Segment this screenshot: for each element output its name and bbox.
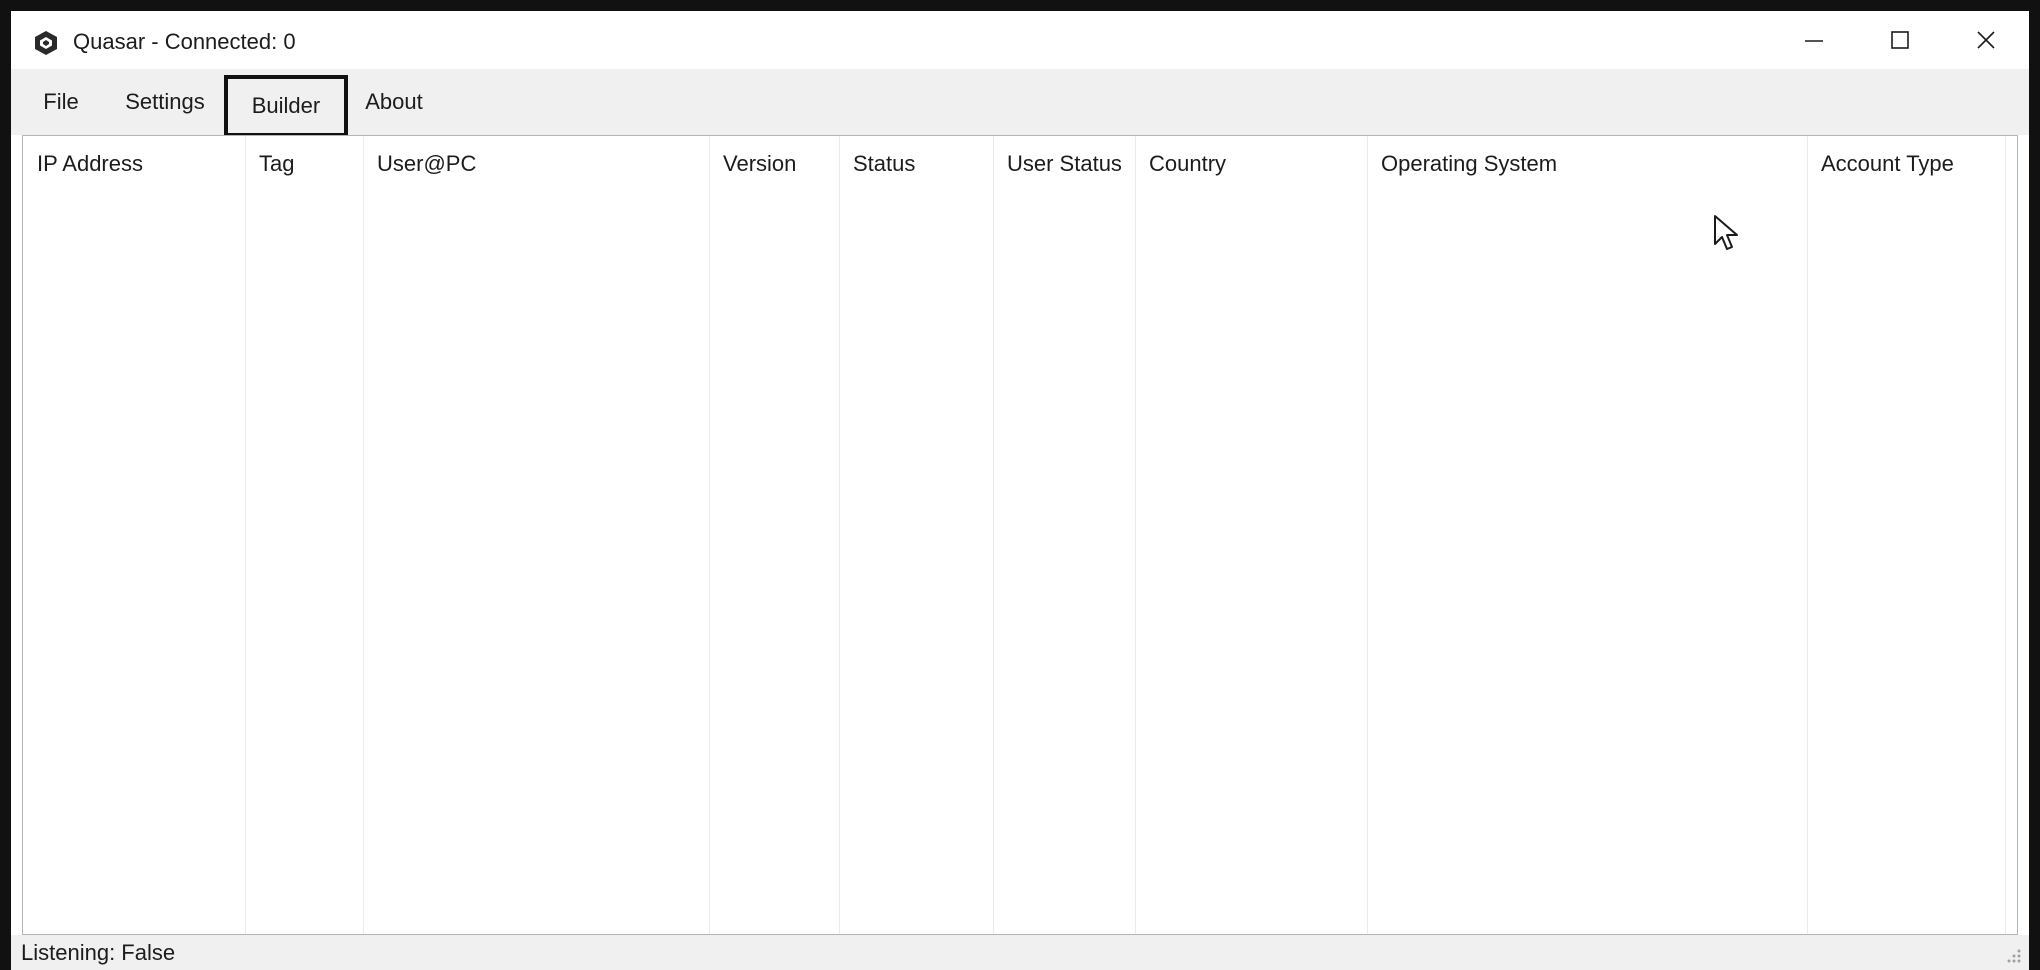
menu-builder[interactable]: Builder bbox=[224, 75, 348, 137]
menu-about[interactable]: About bbox=[351, 69, 437, 135]
quasar-icon bbox=[35, 31, 57, 55]
column-header-tag[interactable]: Tag bbox=[245, 136, 363, 192]
minimize-button[interactable] bbox=[1771, 11, 1857, 69]
menu-bar: File Settings Builder About bbox=[11, 69, 2029, 137]
column-divider[interactable] bbox=[993, 136, 994, 934]
clients-list[interactable]: IP Address Tag User@PC Version Status Us… bbox=[22, 135, 2018, 935]
column-divider[interactable] bbox=[1367, 136, 1368, 934]
column-divider[interactable] bbox=[1135, 136, 1136, 934]
column-divider[interactable] bbox=[363, 136, 364, 934]
listening-status: Listening: False bbox=[21, 940, 176, 965]
window-title: Quasar - Connected: 0 bbox=[73, 29, 296, 54]
column-divider[interactable] bbox=[839, 136, 840, 934]
column-header-operating-system[interactable]: Operating System bbox=[1367, 136, 1807, 192]
menu-settings[interactable]: Settings bbox=[111, 69, 219, 135]
resize-grip-icon[interactable] bbox=[2001, 945, 2023, 967]
maximize-button[interactable] bbox=[1857, 11, 1943, 69]
column-header-version[interactable]: Version bbox=[709, 136, 839, 192]
maximize-icon bbox=[1891, 31, 1909, 49]
column-header-user-status[interactable]: User Status bbox=[993, 136, 1135, 192]
title-bar[interactable]: Quasar - Connected: 0 bbox=[11, 11, 2029, 69]
main-window: Quasar - Connected: 0 File Settings Buil… bbox=[11, 11, 2029, 970]
minimize-icon bbox=[1805, 40, 1823, 42]
close-icon bbox=[1977, 31, 1995, 49]
column-header-user-pc[interactable]: User@PC bbox=[363, 136, 709, 192]
column-header-account-type[interactable]: Account Type bbox=[1807, 136, 2005, 192]
column-header-ip-address[interactable]: IP Address bbox=[23, 136, 245, 192]
column-divider[interactable] bbox=[1807, 136, 1808, 934]
column-header-status[interactable]: Status bbox=[839, 136, 993, 192]
menu-file[interactable]: File bbox=[29, 69, 93, 135]
column-header-country[interactable]: Country bbox=[1135, 136, 1367, 192]
close-button[interactable] bbox=[1943, 11, 2029, 69]
mouse-pointer-icon bbox=[1714, 215, 1738, 250]
column-divider[interactable] bbox=[245, 136, 246, 934]
status-bar: Listening: False bbox=[11, 935, 2029, 970]
column-divider[interactable] bbox=[709, 136, 710, 934]
column-divider[interactable] bbox=[2005, 136, 2006, 934]
